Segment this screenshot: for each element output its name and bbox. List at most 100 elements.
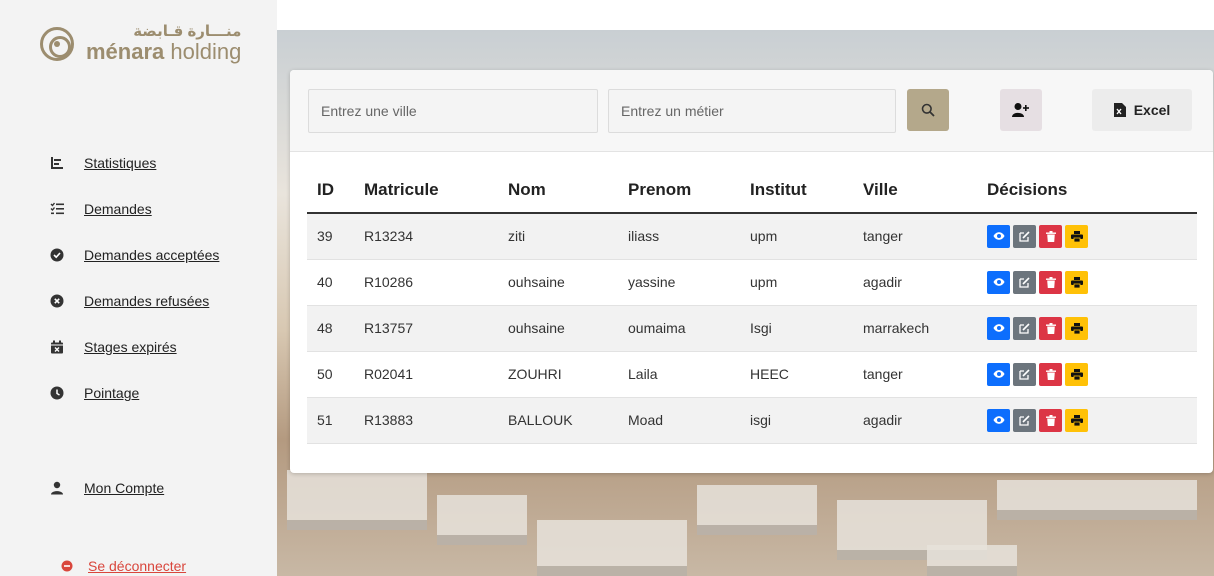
view-button[interactable] — [987, 316, 1010, 340]
sidebar-item-label[interactable]: Demandes refusées — [84, 293, 209, 309]
circle-check-icon — [50, 248, 64, 262]
cell-nom: ouhsaine — [498, 305, 618, 352]
excel-button-label: Excel — [1133, 102, 1171, 118]
logout-label[interactable]: Se déconnecter — [88, 558, 186, 574]
cell-nom: ZOUHRI — [498, 351, 618, 398]
cell-ville: marrakech — [853, 305, 977, 352]
requests-card: Excel ID Matricule Nom Prenom Institut V… — [290, 70, 1213, 473]
print-icon — [1070, 230, 1083, 242]
logout-link[interactable]: Se déconnecter — [60, 558, 186, 574]
sidebar: منـــارة قـابضة ménara holding Statistiq… — [0, 0, 277, 576]
table-row: 48 R13757 ouhsaine oumaima Isgi marrakec… — [307, 305, 1197, 352]
edit-button[interactable] — [1013, 270, 1036, 294]
cell-id: 51 — [307, 397, 354, 444]
column-header-prenom: Prenom — [618, 168, 740, 214]
eye-icon — [993, 232, 1004, 240]
brand-name-arabic: منـــارة قـابضة — [133, 23, 242, 40]
sidebar-item-demandes[interactable]: Demandes — [50, 186, 219, 232]
job-input[interactable] — [608, 89, 896, 133]
delete-button[interactable] — [1039, 224, 1062, 248]
brand-logo[interactable]: منـــارة قـابضة ménara holding — [40, 24, 241, 63]
sidebar-item-pointage[interactable]: Pointage — [50, 370, 219, 416]
clock-icon — [50, 386, 64, 400]
print-icon — [1070, 322, 1083, 334]
cell-decisions — [977, 397, 1197, 444]
eye-icon — [993, 324, 1004, 332]
edit-button[interactable] — [1013, 224, 1036, 248]
edit-button[interactable] — [1013, 316, 1036, 340]
add-user-button[interactable] — [1000, 89, 1042, 131]
table-row: 40 R10286 ouhsaine yassine upm agadir — [307, 259, 1197, 306]
delete-button[interactable] — [1039, 270, 1062, 294]
print-icon — [1070, 368, 1083, 380]
delete-button[interactable] — [1039, 408, 1062, 432]
edit-button[interactable] — [1013, 408, 1036, 432]
cell-nom: ouhsaine — [498, 259, 618, 306]
eye-icon — [993, 370, 1004, 378]
view-button[interactable] — [987, 408, 1010, 432]
sidebar-item-label[interactable]: Statistiques — [84, 155, 156, 171]
excel-export-button[interactable]: Excel — [1092, 89, 1192, 131]
chart-bar-icon — [50, 156, 64, 170]
cell-institut: HEEC — [740, 351, 853, 398]
sidebar-item-label[interactable]: Stages expirés — [84, 339, 177, 355]
user-icon — [50, 481, 64, 495]
cell-matricule: R02041 — [354, 351, 498, 398]
print-button[interactable] — [1065, 316, 1088, 340]
city-input[interactable] — [308, 89, 598, 133]
cell-prenom: Moad — [618, 397, 740, 444]
cell-institut: Isgi — [740, 305, 853, 352]
delete-button[interactable] — [1039, 316, 1062, 340]
cell-id: 40 — [307, 259, 354, 306]
view-button[interactable] — [987, 362, 1010, 386]
sidebar-item-label[interactable]: Demandes acceptées — [84, 247, 219, 263]
cell-matricule: R13883 — [354, 397, 498, 444]
sidebar-item-stages-expires[interactable]: Stages expirés — [50, 324, 219, 370]
eye-icon — [993, 278, 1004, 286]
cell-prenom: oumaima — [618, 305, 740, 352]
edit-icon — [1019, 414, 1030, 426]
cell-institut: upm — [740, 213, 853, 260]
sidebar-item-statistiques[interactable]: Statistiques — [50, 140, 219, 186]
view-button[interactable] — [987, 224, 1010, 248]
print-button[interactable] — [1065, 270, 1088, 294]
column-header-matricule: Matricule — [354, 168, 498, 214]
column-header-ville: Ville — [853, 168, 977, 214]
sidebar-item-label[interactable]: Mon Compte — [84, 480, 164, 496]
view-button[interactable] — [987, 270, 1010, 294]
trash-icon — [1045, 414, 1056, 426]
table-row: 51 R13883 BALLOUK Moad isgi agadir — [307, 397, 1197, 444]
print-button[interactable] — [1065, 224, 1088, 248]
cell-id: 50 — [307, 351, 354, 398]
edit-button[interactable] — [1013, 362, 1036, 386]
sidebar-nav: Statistiques Demandes Demandes acceptées… — [50, 140, 219, 416]
sidebar-item-label[interactable]: Pointage — [84, 385, 139, 401]
cell-institut: isgi — [740, 397, 853, 444]
cell-ville: tanger — [853, 351, 977, 398]
filter-bar: Excel — [290, 70, 1213, 152]
column-header-nom: Nom — [498, 168, 618, 214]
sidebar-item-demandes-refusees[interactable]: Demandes refusées — [50, 278, 219, 324]
sidebar-item-mon-compte[interactable]: Mon Compte — [50, 465, 164, 511]
cell-decisions — [977, 259, 1197, 306]
sidebar-item-demandes-acceptees[interactable]: Demandes acceptées — [50, 232, 219, 278]
eye-icon — [993, 416, 1004, 424]
delete-button[interactable] — [1039, 362, 1062, 386]
cell-ville: agadir — [853, 259, 977, 306]
cell-prenom: iliass — [618, 213, 740, 260]
trash-icon — [1045, 276, 1056, 288]
sidebar-item-label[interactable]: Demandes — [84, 201, 152, 217]
cell-institut: upm — [740, 259, 853, 306]
print-button[interactable] — [1065, 408, 1088, 432]
edit-icon — [1019, 276, 1030, 288]
cell-nom: BALLOUK — [498, 397, 618, 444]
trash-icon — [1045, 322, 1056, 334]
search-button[interactable] — [907, 89, 949, 131]
column-header-decisions: Décisions — [977, 168, 1197, 214]
print-button[interactable] — [1065, 362, 1088, 386]
logout-icon — [60, 559, 74, 573]
edit-icon — [1019, 231, 1030, 242]
user-plus-icon — [1012, 103, 1029, 117]
requests-table: ID Matricule Nom Prenom Institut Ville D… — [307, 168, 1197, 444]
cell-id: 39 — [307, 213, 354, 260]
